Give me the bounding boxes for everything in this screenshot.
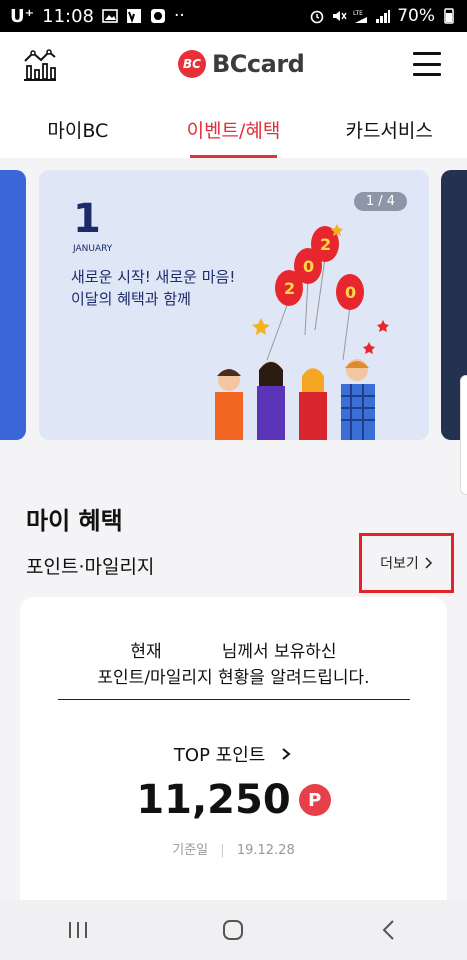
carrier-label: U⁺ — [10, 5, 35, 27]
clock: 11:08 — [42, 5, 94, 27]
balloon-digit: 2 — [284, 279, 295, 298]
banner-month-number: 1 — [73, 196, 101, 242]
section-title: 마이 혜택 — [26, 507, 123, 535]
messenger-icon — [151, 9, 165, 23]
battery-percent: 70% — [397, 6, 435, 26]
battery-icon — [444, 8, 454, 24]
message-prefix: 현재 — [130, 642, 162, 662]
balloon-digit: 2 — [320, 235, 331, 254]
svg-text:LTE: LTE — [353, 10, 363, 17]
v3-app-icon — [127, 9, 141, 23]
logo-text: BCcard — [212, 50, 305, 78]
event-banner-carousel[interactable]: 1 / 4 1 JANUARY 새로운 시작! 새로운 마음! 이달의 혜택과 … — [0, 158, 467, 463]
banner-subline: 이달의 혜택과 함께 — [71, 290, 191, 308]
hamburger-menu-icon[interactable] — [413, 52, 441, 76]
system-nav-bar — [0, 900, 467, 960]
gallery-icon — [102, 9, 118, 23]
app-header: BC BCcard — [0, 32, 467, 98]
points-badge-icon: P — [298, 784, 331, 816]
back-button[interactable] — [359, 910, 419, 950]
base-date: 기준일 | 19.12.28 — [172, 843, 295, 858]
banner-page-counter: 1 / 4 — [353, 192, 407, 211]
tab-events-benefits[interactable]: 이벤트/혜택 — [156, 98, 312, 158]
home-button[interactable] — [203, 910, 263, 950]
divider — [58, 699, 410, 700]
points-card: 현재 님께서 보유하신 포인트/마일리지 현황을 알려드립니다. TOP 포인트 … — [20, 597, 447, 917]
more-button-label: 더보기 — [380, 556, 419, 572]
side-drawer-handle[interactable] — [460, 375, 467, 495]
tab-my-bc[interactable]: 마이BC — [0, 98, 156, 158]
status-bar: U⁺ 11:08 ·· LTE 70% — [0, 0, 467, 32]
points-balance: 11,250 P — [20, 777, 447, 823]
more-button[interactable]: 더보기 — [359, 533, 454, 593]
chevron-right-icon — [425, 557, 432, 569]
bc-logo-mark: BC — [178, 50, 206, 78]
section-subtitle: 포인트·마일리지 — [26, 556, 155, 578]
recent-apps-icon — [68, 922, 87, 938]
base-date-value: 19.12.28 — [236, 843, 295, 858]
balloon-digit: 0 — [303, 257, 314, 276]
chevron-right-icon — [282, 748, 291, 760]
recent-apps-button[interactable] — [48, 910, 108, 950]
banner-month-name: JANUARY — [73, 244, 113, 254]
lte-signal-icon: LTE — [353, 10, 368, 23]
base-date-label: 기준일 — [172, 843, 209, 858]
top-point-label: TOP 포인트 — [173, 745, 266, 766]
event-banner[interactable]: 1 / 4 1 JANUARY 새로운 시작! 새로운 마음! 이달의 혜택과 … — [39, 170, 429, 440]
mute-icon — [333, 11, 347, 21]
back-icon — [382, 920, 394, 940]
alarm-icon — [310, 10, 324, 24]
chart-icon[interactable] — [22, 48, 58, 82]
top-point-link[interactable]: TOP 포인트 — [20, 741, 447, 767]
message-suffix: 님께서 보유하신 — [221, 642, 337, 662]
prev-banner-peek[interactable] — [0, 170, 26, 440]
main-tabs: 마이BC 이벤트/혜택 카드서비스 — [0, 98, 467, 158]
bccard-logo[interactable]: BC BCcard — [178, 50, 305, 78]
screen: U⁺ 11:08 ·· LTE 70% BC BCcard 마이BC 이벤트/혜… — [0, 0, 467, 960]
new-year-celebration-illustration: 2 0 2 0 — [215, 224, 389, 440]
points-card-message-line2: 포인트/마일리지 현황을 알려드립니다. — [97, 668, 370, 688]
signal-bars-icon — [376, 10, 391, 23]
points-value: 11,250 — [136, 777, 291, 823]
home-icon — [223, 920, 244, 940]
more-notifications-icon: ·· — [174, 6, 185, 26]
balloon-digit: 0 — [345, 283, 356, 302]
tab-card-services[interactable]: 카드서비스 — [311, 98, 467, 158]
points-card-message-line1: 현재 님께서 보유하신 — [20, 637, 447, 662]
